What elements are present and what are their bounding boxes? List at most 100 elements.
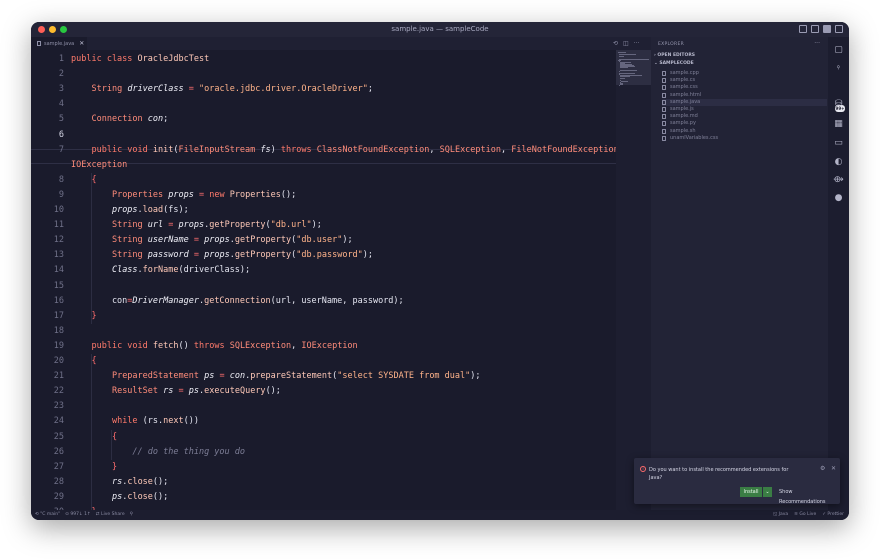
code-text: }	[111, 461, 118, 472]
minimap[interactable]	[616, 50, 651, 510]
file-icon	[662, 107, 666, 112]
explorer-more-icon[interactable]: ···	[814, 40, 820, 47]
code-line[interactable]: 28 rs.close();	[31, 475, 169, 490]
code-line[interactable]: 3 String driverClass = "oracle.jdbc.driv…	[31, 82, 373, 97]
code-text: Class.forName(driverClass);	[111, 265, 251, 276]
file-item[interactable]: sample.cs	[662, 77, 827, 84]
code-line[interactable]: 11 String url = props.getProperty("db.ur…	[31, 218, 322, 233]
show-recommendations-button[interactable]: Show Recommendations	[779, 487, 840, 505]
code-line[interactable]: 23	[31, 399, 71, 414]
toggle-panel-icon[interactable]	[811, 25, 819, 33]
status-item[interactable]: ◱ Java	[773, 512, 788, 517]
chevron-down-icon[interactable]: ⌄	[763, 487, 772, 497]
code-line[interactable]: 27 }	[31, 460, 117, 475]
code-line[interactable]: 20 {	[31, 354, 97, 369]
code-line[interactable]: 6	[31, 128, 71, 143]
code-line[interactable]: 19 public void fetch() throws SQLExcepti…	[31, 339, 358, 354]
explorer-icon[interactable]: ▢	[833, 45, 844, 56]
customize-layout-icon[interactable]	[835, 25, 843, 33]
code-text: con=DriverManager.getConnection(url, use…	[71, 295, 404, 306]
code-line[interactable]: 10 props.load(fs);	[31, 203, 189, 218]
line-number: 19	[53, 340, 64, 351]
file-icon	[662, 78, 666, 84]
code-line[interactable]: 16 con=DriverManager.getConnection(url, …	[31, 294, 404, 309]
status-item[interactable]: ⟲ "C main"	[35, 512, 60, 517]
code-line[interactable]: 7 public void init(FileInputStream fs) t…	[31, 143, 616, 158]
live-share-icon[interactable]: ⟴	[833, 175, 844, 186]
code-line[interactable]: 18	[31, 324, 71, 339]
workspace-folder[interactable]: ⌄ SAMPLECODE	[654, 61, 694, 66]
gear-icon[interactable]: ⚙	[820, 465, 825, 472]
code-line[interactable]: 4	[31, 97, 71, 112]
code-line[interactable]: 9 Properties props = new Properties();	[31, 188, 296, 203]
file-item[interactable]: sample.cpp	[662, 70, 827, 77]
toggle-secondary-sidebar-icon[interactable]	[823, 25, 831, 33]
line-number: 15	[53, 280, 64, 291]
extension-notification: i Do you want to install the recommended…	[634, 458, 840, 505]
remote-explorer-icon[interactable]: ▦	[833, 119, 844, 130]
minimap-line	[620, 69, 638, 71]
tab-label: sample.java	[44, 40, 75, 47]
code-line[interactable]: 12 String userName = props.getProperty("…	[31, 233, 353, 248]
explorer-sidebar: EXPLORER ··· › OPEN EDITORS ⌄ SAMPLECODE…	[651, 37, 828, 510]
tab-sample-java[interactable]: sample.java ✕	[31, 37, 87, 50]
line-number: 20	[53, 356, 64, 366]
search-icon[interactable]: ⚲	[833, 63, 844, 74]
file-item[interactable]: sample.md	[662, 113, 827, 120]
status-item[interactable]: ⚲	[130, 512, 133, 517]
file-item[interactable]: sample.css	[662, 84, 827, 91]
file-item[interactable]: sample.java	[662, 98, 827, 106]
code-line[interactable]: 17 }	[31, 309, 97, 324]
status-item[interactable]: ≋ Go Live	[794, 512, 816, 517]
code-line[interactable]: 25 {	[31, 430, 117, 445]
line-number: 21	[53, 371, 64, 382]
run-debug-icon[interactable]: ◐	[833, 157, 844, 168]
code-line[interactable]: 5 Connection con;	[31, 112, 168, 127]
split-editor-icon[interactable]: ◫	[623, 40, 629, 47]
code-line[interactable]: 15	[31, 279, 71, 294]
line-number: 8	[58, 174, 64, 185]
code-line[interactable]: 14 Class.forName(driverClass);	[31, 263, 250, 278]
status-item[interactable]: ✓ Prettier	[822, 512, 844, 517]
line-number: 24	[53, 416, 64, 427]
extensions-icon[interactable]: ⛁	[833, 99, 844, 110]
open-changes-icon[interactable]: ⟲	[613, 40, 618, 47]
file-item[interactable]: sample.js	[662, 106, 827, 113]
file-item[interactable]: sample.sh	[662, 128, 827, 135]
code-line[interactable]: 1 public class OracleJdbcTest	[31, 52, 209, 67]
file-name: sample.html	[670, 91, 702, 98]
code-line[interactable]: 24 while (rs.next())	[31, 414, 199, 429]
code-text: Properties props = new Properties();	[111, 189, 297, 200]
file-item[interactable]: unamlVariables.css	[662, 135, 827, 142]
status-right: ◱ Java ≋ Go Live ✓ Prettier	[773, 512, 844, 517]
code-line[interactable]: 29 ps.close();	[31, 490, 169, 505]
code-line[interactable]: 22 ResultSet rs = ps.executeQuery();	[31, 384, 281, 399]
testing-icon[interactable]: ▭	[833, 138, 844, 149]
code-text: rs.close();	[111, 476, 169, 487]
toggle-sidebar-icon[interactable]	[799, 25, 807, 33]
code-line[interactable]: IOException	[31, 158, 127, 173]
status-item[interactable]: ⇄ Live Share	[96, 512, 125, 517]
open-editors-section[interactable]: › OPEN EDITORS	[654, 53, 695, 58]
close-icon[interactable]: ✕	[831, 465, 836, 472]
code-line[interactable]: 26 // do the thing you do	[31, 445, 245, 460]
code-line[interactable]: 8 {	[31, 173, 97, 188]
install-button[interactable]: Install	[740, 487, 762, 497]
line-number: 6	[58, 129, 64, 140]
close-tab-icon[interactable]: ✕	[79, 40, 84, 47]
file-item[interactable]: sample.py	[662, 120, 827, 127]
line-number: 28	[53, 476, 64, 487]
layout-controls	[799, 25, 843, 33]
minimap-line	[620, 76, 630, 78]
status-item[interactable]: ⊙ 997↓ 1↑	[65, 512, 91, 517]
activity-bar: ▢ ⚲ 99+ ⛁ ▦ ▭ ◐ ⟴ ●	[828, 37, 849, 510]
file-item[interactable]: sample.html	[662, 92, 827, 99]
code-text: {	[91, 174, 97, 185]
more-actions-icon[interactable]: ···	[634, 40, 640, 47]
file-icon	[662, 99, 666, 105]
code-line[interactable]: 2	[31, 67, 71, 82]
github-icon[interactable]: ●	[833, 193, 844, 204]
code-editor[interactable]: 1 public class OracleJdbcTest 2 3 String dr…	[31, 50, 616, 510]
code-line[interactable]: 21 PreparedStatement ps = con.prepareSta…	[31, 369, 481, 384]
code-line[interactable]: 13 String password = props.getProperty("…	[31, 248, 373, 263]
